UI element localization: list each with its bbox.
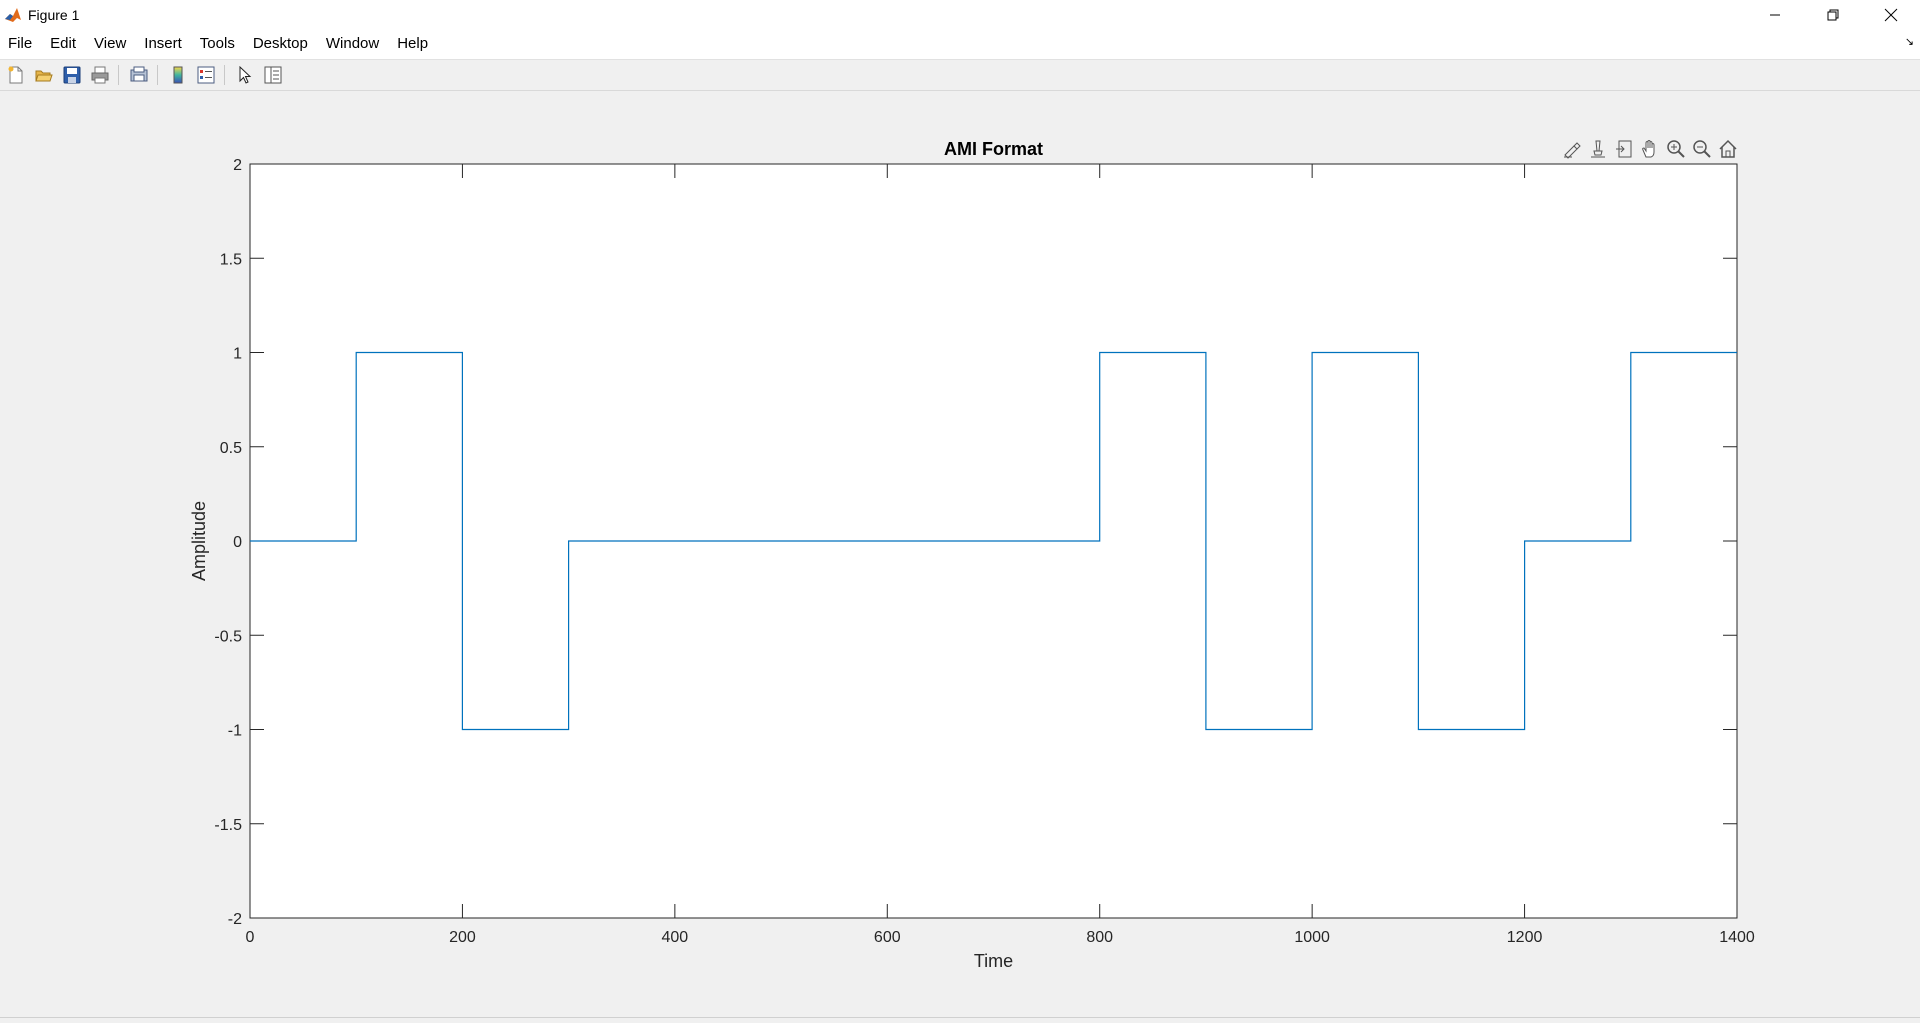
window-bottom-edge bbox=[0, 1017, 1920, 1023]
pan-icon bbox=[1642, 140, 1655, 158]
x-tick-label: 1000 bbox=[1294, 929, 1330, 946]
x-tick-label: 200 bbox=[449, 929, 476, 946]
x-tick-label: 600 bbox=[874, 929, 901, 946]
zoom-out-button[interactable] bbox=[1690, 137, 1714, 161]
chart-title: AMI Format bbox=[944, 139, 1043, 159]
pan-button[interactable] bbox=[1638, 137, 1662, 161]
y-tick-label: 1 bbox=[233, 346, 242, 363]
zoom-in-button[interactable] bbox=[1664, 137, 1688, 161]
x-tick-label: 1200 bbox=[1507, 929, 1543, 946]
data-tips-button[interactable] bbox=[1586, 137, 1610, 161]
home-icon bbox=[1719, 139, 1737, 158]
export-button[interactable] bbox=[1612, 137, 1636, 161]
data-tips-icon bbox=[1591, 140, 1605, 158]
zoom-in-icon bbox=[1667, 140, 1685, 158]
x-tick-label: 0 bbox=[246, 929, 255, 946]
y-tick-label: -1.5 bbox=[214, 817, 242, 834]
y-tick-label: 2 bbox=[233, 157, 242, 174]
home-button[interactable] bbox=[1716, 137, 1740, 161]
x-axis-label: Time bbox=[974, 951, 1013, 971]
axes-toolbar bbox=[1560, 137, 1740, 161]
y-axis-label: Amplitude bbox=[189, 501, 209, 581]
x-tick-label: 400 bbox=[662, 929, 689, 946]
zoom-out-icon bbox=[1693, 140, 1711, 158]
x-tick-label: 800 bbox=[1086, 929, 1113, 946]
y-tick-label: 1.5 bbox=[220, 251, 242, 268]
y-tick-label: -1 bbox=[228, 723, 242, 740]
y-tick-label: -0.5 bbox=[214, 628, 242, 645]
x-tick-label: 1400 bbox=[1719, 929, 1755, 946]
y-tick-label: -2 bbox=[228, 911, 242, 928]
brush-button[interactable] bbox=[1560, 137, 1584, 161]
y-tick-label: 0 bbox=[233, 534, 242, 551]
brush-icon bbox=[1564, 142, 1581, 159]
export-icon bbox=[1616, 140, 1632, 158]
y-tick-label: 0.5 bbox=[220, 440, 242, 457]
